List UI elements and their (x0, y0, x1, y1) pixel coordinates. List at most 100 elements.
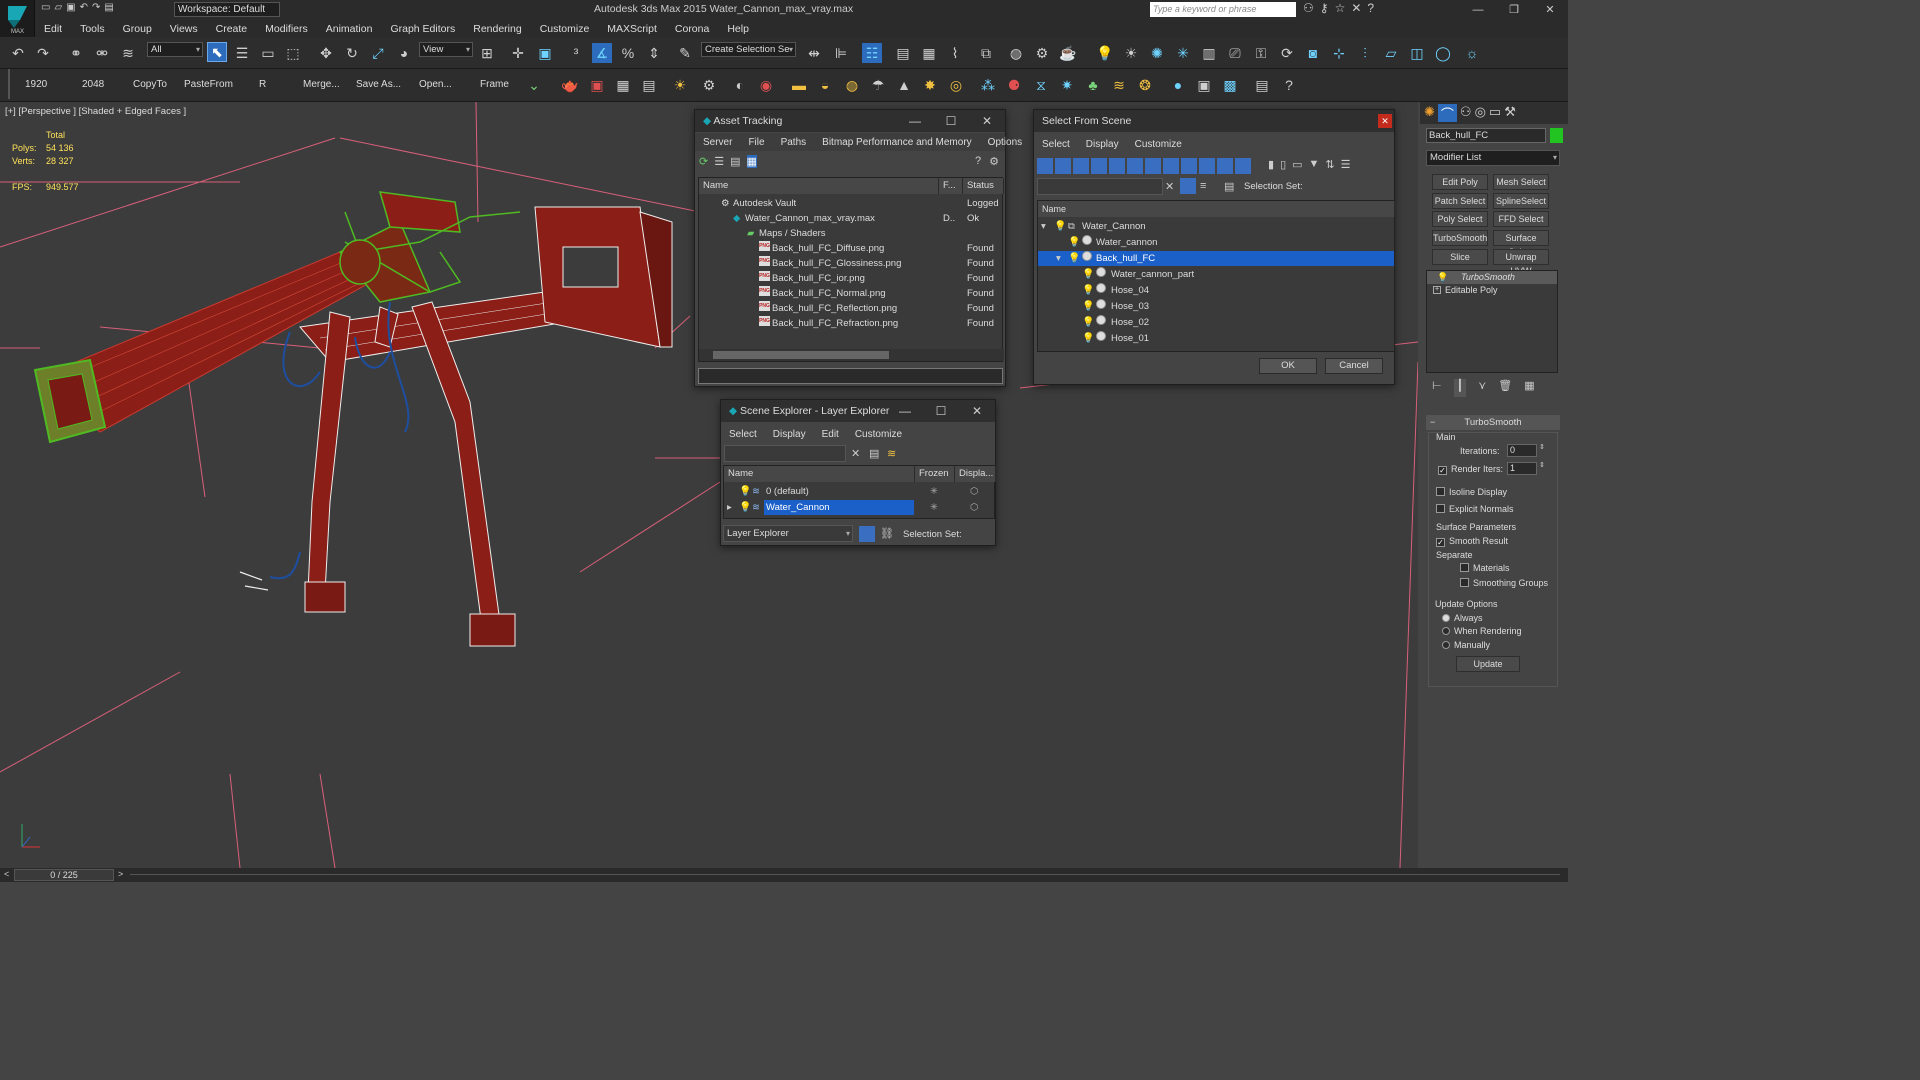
menu-tools[interactable]: Tools (71, 23, 114, 35)
light-bulb-icon[interactable]: 💡 (739, 484, 751, 499)
col-frozen-header[interactable]: Frozen (915, 466, 955, 482)
vray-sphere-icon[interactable]: ✷ (1057, 75, 1077, 95)
fur-icon[interactable]: ⫶ (1355, 43, 1375, 63)
collapse-arrow-icon[interactable]: ▾ (1041, 219, 1046, 234)
collapse-arrow-icon[interactable]: ▾ (1056, 251, 1061, 266)
new-layer-icon[interactable]: ▤ (869, 447, 879, 460)
close-icon[interactable]: ✕ (1378, 114, 1392, 128)
light-bulb-icon[interactable]: 💡 (1082, 315, 1094, 330)
keyboard-shortcut-toggle-icon[interactable]: ▣ (535, 43, 555, 63)
ies-light-icon[interactable]: ☂ (868, 75, 888, 95)
sort-icon[interactable]: ⇅ (1325, 158, 1334, 171)
box-icon[interactable]: ◫ (1407, 43, 1427, 63)
menu-graph-editors[interactable]: Graph Editors (381, 23, 464, 35)
list-item[interactable]: ◆ Water_Cannon_max_vray.max D.. Ok (699, 211, 1002, 226)
close-icon[interactable]: ✕ (969, 110, 1005, 132)
select-manipulate-icon[interactable]: ✛ (508, 43, 528, 63)
unlink-icon[interactable]: ⚮ (92, 43, 112, 63)
explorer-mode-dropdown[interactable]: Layer Explorer (723, 525, 853, 542)
reference-coordinate-dropdown[interactable]: View (419, 42, 473, 57)
grid-view-icon[interactable]: ▦ (746, 155, 757, 168)
selection-set-icon[interactable]: ▤ (1224, 180, 1234, 193)
camera-icon[interactable]: ⎚ (1225, 43, 1245, 63)
select-invert-icon[interactable]: ▭ (1292, 158, 1302, 171)
col-name-header[interactable]: Name (699, 178, 939, 194)
se-menu-customize[interactable]: Customize (847, 429, 910, 440)
project-folder-icon[interactable]: ▤ (104, 2, 113, 13)
list-item[interactable]: 💡 Water_cannon_part (1038, 267, 1394, 282)
col-status-header[interactable]: Status (963, 178, 1004, 194)
col-display-header[interactable]: Displa... (955, 466, 996, 482)
se-search-input[interactable] (724, 445, 846, 462)
ok-button[interactable]: OK (1259, 358, 1317, 374)
menu-animation[interactable]: Animation (317, 23, 382, 35)
asset-menu-server[interactable]: Server (695, 137, 740, 148)
group-filter-icon[interactable] (1145, 158, 1161, 174)
hierarchy-mode-icon[interactable]: ⛓ (880, 527, 894, 540)
helper-filter-icon[interactable] (1109, 158, 1125, 174)
clear-search-icon[interactable]: ✕ (851, 447, 860, 460)
list-item[interactable]: PNG Back_hull_FC_Glossiness.png Found (699, 256, 1002, 271)
list-item-selected[interactable]: ▾ 💡 Back_hull_FC (1038, 251, 1394, 266)
container-filter-icon[interactable] (1199, 158, 1215, 174)
col-name-header[interactable]: Name (1038, 201, 1395, 217)
list-item[interactable]: PNG Back_hull_FC_ior.png Found (699, 271, 1002, 286)
surface-select-button[interactable]: Surface Select (1493, 230, 1549, 257)
cancel-button[interactable]: Cancel (1325, 358, 1383, 374)
turbosmooth-rollout-header[interactable]: TurboSmooth (1426, 415, 1560, 430)
edit-poly-button[interactable]: Edit Poly (1432, 174, 1488, 190)
toggle-layer-explorer-icon[interactable]: ▤ (893, 43, 913, 63)
render-light-icon[interactable]: ☀ (670, 75, 690, 95)
bind-space-warp-icon[interactable]: ≋ (118, 43, 138, 63)
isoline-display-checkbox[interactable]: Isoline Display (1436, 487, 1507, 497)
copy-to-button[interactable]: CopyTo (133, 79, 167, 90)
list-item[interactable]: 💡 Hose_02 (1038, 315, 1394, 330)
rectangular-selection-icon[interactable]: ▭ (258, 43, 278, 63)
ring-icon[interactable]: ◯ (1433, 43, 1453, 63)
freeze-icon[interactable]: ✳ (930, 500, 938, 515)
patch-select-button[interactable]: Patch Select (1432, 193, 1488, 209)
render-width-2048-button[interactable]: 2048 (82, 79, 104, 90)
binoculars-icon[interactable]: ⚇ (1303, 1, 1314, 15)
sphere-light-icon[interactable]: ◍ (842, 75, 862, 95)
frame-buffer-icon[interactable]: ▥ (1199, 43, 1219, 63)
frozen-filter-icon[interactable] (1217, 158, 1233, 174)
scatter-icon[interactable]: ⊹ (1329, 43, 1349, 63)
list-item[interactable]: 💡 Hose_01 (1038, 331, 1394, 346)
link-icon[interactable]: ⚭ (66, 43, 86, 63)
menu-help[interactable]: Help (718, 23, 758, 35)
sun-light-icon[interactable]: ✸ (920, 75, 940, 95)
asset-menu-paths[interactable]: Paths (773, 137, 815, 148)
light-bulb-icon[interactable]: 💡 (739, 500, 751, 515)
menu-maxscript[interactable]: MAXScript (598, 23, 666, 35)
dome-light-icon[interactable]: ◒ (815, 75, 835, 95)
plane-light-icon[interactable]: ▬ (789, 75, 809, 95)
unwrap-uvw-button[interactable]: Unwrap UVW (1493, 249, 1549, 276)
ffd-select-button[interactable]: FFD Select (1493, 211, 1549, 227)
light-filter-icon[interactable] (1073, 158, 1089, 174)
turbosmooth-button[interactable]: TurboSmooth (1432, 230, 1488, 246)
place-icon[interactable]: ◕ (394, 43, 414, 63)
update-button[interactable]: Update (1456, 656, 1520, 672)
menu-edit[interactable]: Edit (35, 23, 71, 35)
render-iters-checkbox[interactable]: ✓ Render Iters: (1438, 464, 1503, 475)
create-tab-icon[interactable]: ✺ (1424, 104, 1435, 122)
minimize-icon[interactable]: — (1460, 0, 1496, 20)
light-bulb-icon[interactable]: 💡 (1068, 235, 1080, 250)
sfs-search-input[interactable] (1037, 178, 1163, 195)
modify-tab-icon[interactable]: ⌒ (1437, 104, 1457, 122)
curve-editor-icon[interactable]: ⌇ (945, 43, 965, 63)
edit-named-selection-icon[interactable]: ✎ (675, 43, 695, 63)
r-button[interactable]: R (259, 79, 266, 90)
object-color-swatch[interactable] (1550, 128, 1563, 143)
viewport-label[interactable]: [+] [Perspective ] [Shaded + Edged Faces… (5, 106, 186, 117)
mirror-icon[interactable]: ⇹ (804, 43, 824, 63)
table-view-icon[interactable]: ▤ (730, 155, 740, 168)
list-item[interactable]: ▾ 💡 ⧉ Water_Cannon (1038, 219, 1394, 234)
key-icon[interactable]: ⚷ (1320, 1, 1329, 15)
star-icon[interactable]: ☆ (1335, 1, 1346, 15)
lock-icon[interactable]: ⚿ (1251, 43, 1271, 63)
rollout-collapse-icon[interactable]: − (1430, 417, 1435, 427)
asset-menu-options[interactable]: Options (980, 137, 1030, 148)
expand-chevron-icon[interactable]: ⌄ (524, 75, 544, 95)
